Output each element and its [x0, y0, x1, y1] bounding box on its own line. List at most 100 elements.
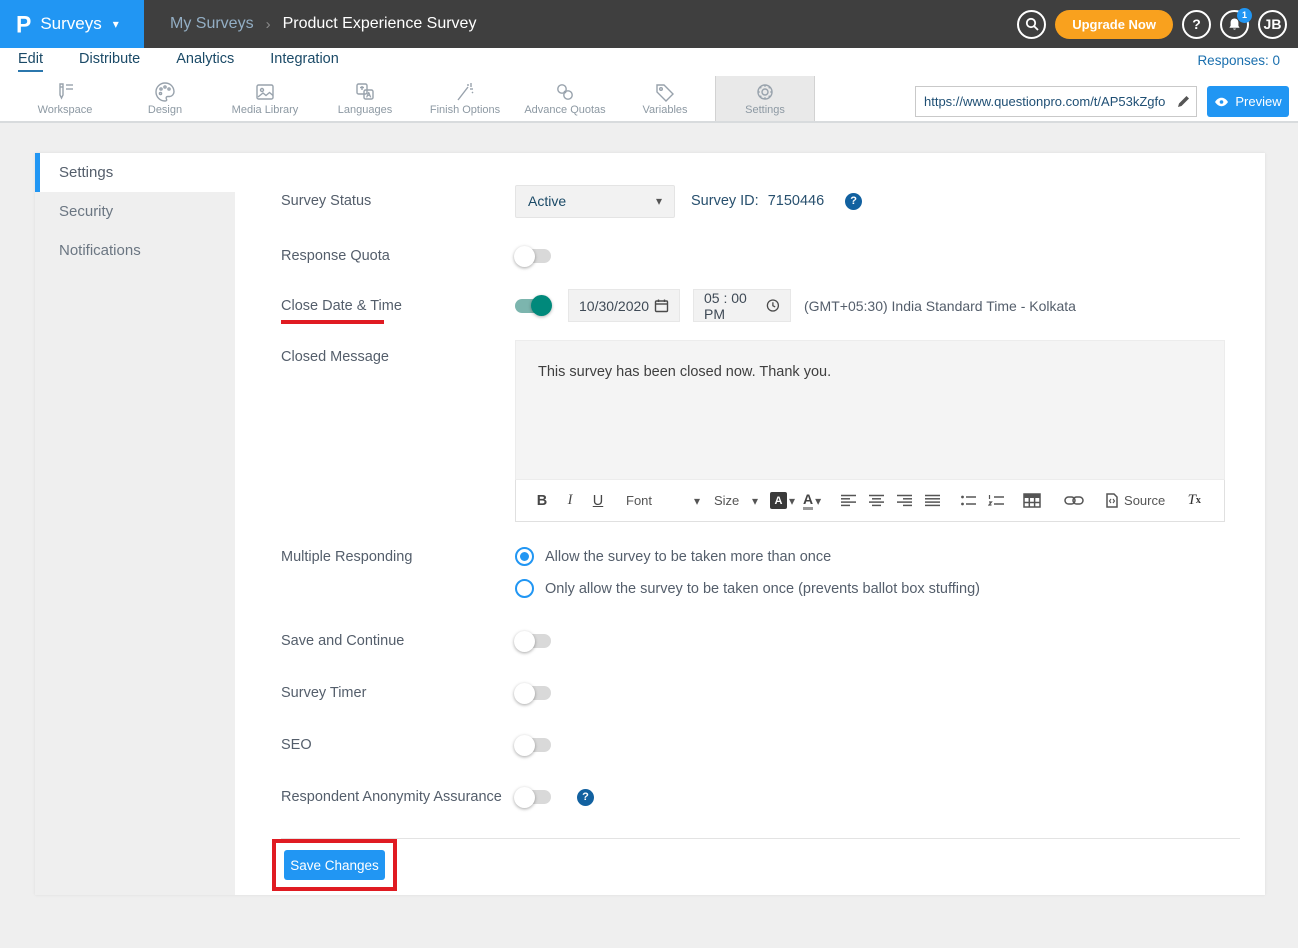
tab-integration[interactable]: Integration — [270, 48, 339, 67]
survey-status-value: Active — [528, 193, 566, 209]
header-actions: Upgrade Now ? 1 JB — [1017, 0, 1287, 48]
magic-wand-icon — [453, 81, 477, 103]
chevron-down-icon: ▾ — [113, 17, 119, 31]
underline-button[interactable]: U — [587, 488, 609, 514]
avatar[interactable]: JB — [1258, 10, 1287, 39]
preview-button[interactable]: Preview — [1207, 86, 1289, 117]
remove-format-sub: x — [1196, 495, 1201, 506]
anonymity-row: Respondent Anonymity Assurance ? — [281, 787, 594, 807]
toolbar-item-media-library[interactable]: Media Library — [215, 76, 315, 121]
numbered-list-button[interactable] — [985, 488, 1007, 514]
toolbar-item-workspace[interactable]: Workspace — [15, 76, 115, 121]
toolbar-item-variables[interactable]: Variables — [615, 76, 715, 121]
multiple-responding-label: Multiple Responding — [281, 547, 515, 565]
toolbar-item-languages[interactable]: A Languages — [315, 76, 415, 121]
align-right-button[interactable] — [893, 488, 915, 514]
chevron-down-icon: ▾ — [789, 494, 795, 508]
close-date-input[interactable]: 10/30/2020 — [568, 289, 680, 322]
question-mark-icon: ? — [582, 791, 589, 803]
toolbar-items: Workspace Design Media Library A Langua — [15, 76, 815, 121]
chain-links-icon — [553, 81, 577, 103]
remove-format-letter: T — [1188, 492, 1196, 509]
align-justify-button[interactable] — [921, 488, 943, 514]
bold-button[interactable]: B — [531, 488, 553, 514]
breadcrumb-parent[interactable]: My Surveys — [170, 15, 254, 33]
workspace-icon — [53, 81, 77, 103]
seo-toggle[interactable] — [515, 738, 551, 752]
size-select[interactable]: Size ▾ — [714, 493, 758, 508]
survey-id-help-icon[interactable]: ? — [845, 193, 862, 210]
radio-unselected-icon[interactable] — [515, 579, 534, 598]
closed-message-textarea[interactable]: This survey has been closed now. Thank y… — [515, 340, 1225, 480]
align-center-button[interactable] — [865, 488, 887, 514]
text-color-button[interactable]: A ▾ — [801, 488, 823, 514]
sidebar-item-notifications[interactable]: Notifications — [35, 231, 235, 270]
toolbar-item-design[interactable]: Design — [115, 76, 215, 121]
help-button[interactable]: ? — [1182, 10, 1211, 39]
sidebar-item-label: Settings — [59, 164, 113, 181]
toolbar-item-settings[interactable]: Settings — [715, 76, 815, 121]
radio-option-once[interactable]: Only allow the survey to be taken once (… — [515, 579, 980, 598]
notifications-button[interactable]: 1 — [1220, 10, 1249, 39]
tab-distribute[interactable]: Distribute — [79, 48, 140, 67]
close-date-toggle[interactable] — [515, 299, 551, 313]
questionpro-logo: P — [16, 10, 31, 38]
chevron-down-icon: ▾ — [815, 494, 821, 508]
seo-row: SEO — [281, 735, 551, 755]
section-nav: Edit Distribute Analytics Integration Re… — [0, 48, 1298, 76]
upgrade-now-button[interactable]: Upgrade Now — [1055, 10, 1173, 39]
align-right-icon — [896, 494, 913, 507]
toggle-knob — [514, 631, 535, 652]
close-time-input[interactable]: 05 : 00 PM — [693, 289, 791, 322]
sidebar-item-label: Notifications — [59, 242, 141, 259]
survey-id-label: Survey ID: — [691, 193, 759, 209]
anonymity-help-icon[interactable]: ? — [577, 789, 594, 806]
anonymity-label: Respondent Anonymity Assurance — [281, 789, 515, 805]
closed-message-label: Closed Message — [281, 340, 515, 365]
toolbar-item-label: Advance Quotas — [524, 104, 605, 116]
size-select-label: Size — [714, 493, 739, 508]
insert-link-button[interactable] — [1063, 488, 1085, 514]
sidebar-item-settings[interactable]: Settings — [35, 153, 235, 192]
tab-analytics[interactable]: Analytics — [176, 48, 234, 67]
app-switcher[interactable]: P Surveys ▾ — [0, 0, 144, 48]
survey-timer-toggle[interactable] — [515, 686, 551, 700]
section-nav-items: Edit Distribute Analytics Integration — [18, 48, 339, 76]
link-icon — [1064, 495, 1084, 506]
toggle-knob — [514, 246, 535, 267]
italic-button[interactable]: I — [559, 488, 581, 514]
align-center-icon — [868, 494, 885, 507]
bg-color-letter: A — [770, 492, 787, 509]
radio-option-multiple[interactable]: Allow the survey to be taken more than o… — [515, 547, 980, 566]
anonymity-toggle[interactable] — [515, 790, 551, 804]
edit-url-button[interactable] — [1170, 95, 1196, 109]
insert-table-button[interactable] — [1021, 488, 1043, 514]
response-quota-toggle[interactable] — [515, 249, 551, 263]
tab-edit[interactable]: Edit — [18, 48, 43, 72]
remove-format-button[interactable]: Tx — [1183, 488, 1205, 514]
font-select[interactable]: Font ▾ — [626, 493, 700, 508]
save-and-continue-toggle[interactable] — [515, 634, 551, 648]
toolbar-item-finish-options[interactable]: Finish Options — [415, 76, 515, 121]
source-button[interactable]: Source — [1105, 488, 1165, 514]
sidebar-item-security[interactable]: Security — [35, 192, 235, 231]
toolbar-item-advance-quotas[interactable]: Advance Quotas — [515, 76, 615, 121]
background-color-button[interactable]: A ▾ — [770, 488, 795, 514]
survey-status-select[interactable]: Active ▾ — [515, 185, 675, 218]
align-left-button[interactable] — [837, 488, 859, 514]
search-button[interactable] — [1017, 10, 1046, 39]
responses-count: Responses: 0 — [1197, 53, 1280, 68]
survey-status-row: Survey Status Active ▾ Survey ID: 715044… — [281, 184, 862, 218]
radio-selected-icon[interactable] — [515, 547, 534, 566]
toolbar-item-label: Finish Options — [430, 104, 500, 116]
bulleted-list-button[interactable] — [957, 488, 979, 514]
toolbar-item-label: Variables — [642, 104, 687, 116]
red-underline-annotation — [281, 320, 384, 324]
languages-icon: A — [353, 81, 377, 103]
radio-option-label: Only allow the survey to be taken once (… — [545, 581, 980, 597]
survey-url-input[interactable] — [916, 94, 1170, 109]
settings-sidebar: Settings Security Notifications — [35, 153, 235, 895]
chevron-down-icon: ▾ — [752, 494, 758, 508]
multiple-responding-options: Allow the survey to be taken more than o… — [515, 547, 980, 598]
save-changes-button[interactable]: Save Changes — [284, 850, 385, 880]
